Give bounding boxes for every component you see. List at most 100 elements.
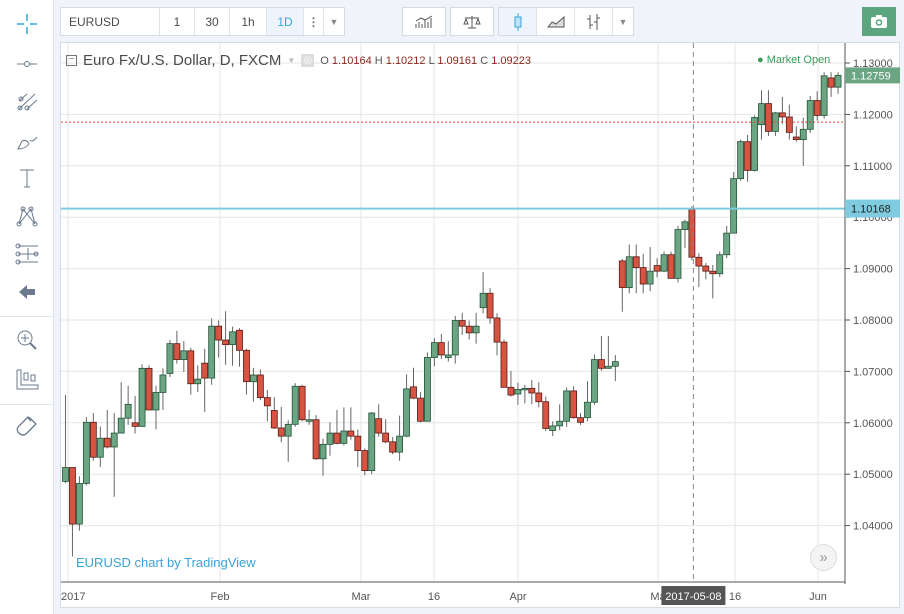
candle-up — [229, 331, 236, 346]
candle-down — [744, 141, 751, 171]
candle-up — [625, 256, 633, 289]
candle-up — [194, 378, 202, 385]
price-tick-label: 1.09000 — [853, 264, 893, 276]
status-dot-icon: ● — [757, 54, 764, 66]
time-tick-label: 16 — [428, 591, 440, 603]
candle-down — [361, 450, 369, 472]
candle-up — [472, 325, 480, 334]
candle-up — [82, 421, 90, 484]
watermark-link[interactable]: EURUSD chart by TradingView — [76, 555, 256, 570]
chevron-down-icon[interactable]: ▼ — [287, 56, 295, 65]
candle-down — [173, 343, 181, 360]
price-tick-label: 1.11000 — [853, 161, 892, 173]
candle-down — [778, 112, 786, 118]
candle-up — [396, 435, 403, 453]
price-tick-label: 1.08000 — [853, 315, 893, 327]
candle-down — [827, 77, 835, 88]
time-tick-label: 2017 — [61, 591, 85, 603]
candle-down — [382, 432, 390, 443]
candle-down — [542, 401, 550, 429]
candle-down — [410, 386, 417, 399]
candle-down — [535, 392, 543, 403]
overlays — [61, 43, 845, 582]
candle-down — [69, 467, 76, 525]
candle-up — [611, 361, 619, 367]
candle-down — [222, 339, 229, 346]
candle-up — [424, 357, 431, 422]
candle-up — [751, 117, 758, 171]
price-tick-label: 1.07000 — [853, 366, 893, 378]
candle-up — [451, 320, 459, 356]
price-tick-label: 1.05000 — [853, 469, 893, 481]
candle-down — [486, 292, 494, 319]
candle-up — [723, 232, 731, 256]
candle-down — [298, 385, 306, 421]
ohlc-values: O 1.10164 H 1.10212 L 1.09161 C 1.09223 — [320, 54, 531, 67]
candle-up — [444, 354, 452, 358]
candle-up — [584, 401, 591, 419]
time-tick-label: Mar — [352, 591, 371, 603]
candle-down — [354, 435, 362, 451]
settings-icon[interactable]: ◎ — [301, 54, 315, 67]
candle-down — [500, 341, 508, 388]
candle-up — [674, 229, 682, 279]
candle-down — [277, 427, 285, 437]
time-tick-label: Apr — [509, 591, 526, 603]
candle-up — [820, 75, 828, 116]
candle-up — [604, 365, 612, 369]
candlestick-chart[interactable]: 1.130001.120001.110001.100001.090001.080… — [0, 0, 904, 614]
candle-up — [403, 388, 410, 437]
candle-up — [138, 367, 146, 427]
candle-up — [284, 423, 292, 437]
candle-up — [110, 432, 118, 448]
candle-down — [785, 116, 793, 133]
candle-up — [305, 419, 313, 422]
candle-up — [180, 350, 188, 360]
candle-down — [145, 367, 153, 411]
candle-down — [709, 270, 717, 275]
candle-up — [326, 432, 334, 445]
candle-up — [514, 388, 522, 395]
candle-up — [716, 254, 724, 275]
symbol-title[interactable]: Euro Fx/U.S. Dollar, D, FXCM — [83, 52, 281, 69]
candle-up — [563, 390, 571, 422]
candle-up — [681, 221, 689, 230]
candle-up — [152, 392, 160, 411]
candle-down — [688, 208, 696, 258]
candle-down — [243, 349, 250, 383]
candle-down — [695, 256, 703, 267]
candle-down — [618, 260, 626, 289]
candle-down — [598, 359, 605, 369]
candle-down — [507, 386, 515, 396]
candle-up — [124, 403, 132, 419]
scroll-to-realtime-button[interactable]: » — [810, 544, 837, 571]
price-tick-label: 1.04000 — [853, 521, 893, 533]
time-tick-label: Feb — [211, 591, 230, 603]
candle-down — [270, 410, 278, 429]
candle-down — [236, 329, 243, 351]
candle-up — [758, 103, 765, 126]
candle-down — [458, 320, 466, 327]
candle-down — [702, 265, 710, 272]
candle-up — [430, 342, 438, 358]
candle-down — [89, 421, 97, 458]
candle-down — [667, 254, 675, 279]
collapse-icon[interactable]: − — [66, 55, 77, 66]
candle-down — [333, 432, 341, 444]
grid — [61, 43, 845, 582]
candle-down — [792, 136, 800, 140]
candle-down — [263, 397, 271, 407]
price-tick-label: 1.06000 — [853, 418, 893, 430]
candle-up — [208, 325, 216, 379]
candle-down — [437, 342, 445, 356]
candle-down — [347, 430, 355, 437]
candle-down — [577, 417, 584, 423]
candle-down — [201, 362, 209, 379]
candle-down — [570, 390, 577, 419]
candle-down — [256, 374, 264, 399]
candle-up — [319, 443, 327, 460]
candle-up — [250, 374, 257, 383]
candle-up — [806, 100, 814, 130]
market-status: ● Market Open — [757, 54, 831, 66]
candle-up — [799, 128, 807, 140]
